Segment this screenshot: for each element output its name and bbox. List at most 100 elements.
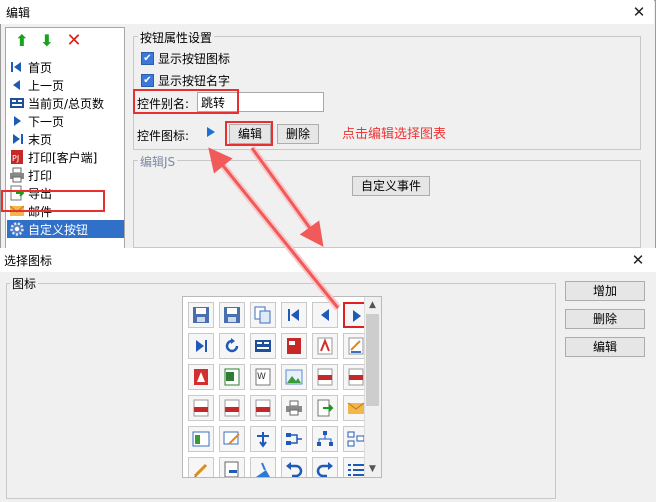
icon-cell[interactable] <box>312 302 338 328</box>
gear-icon <box>10 222 24 236</box>
print-client-icon: PJ <box>11 150 23 164</box>
minus-doc-icon <box>224 461 239 477</box>
split-icon <box>347 431 365 447</box>
edit-form-icon <box>223 431 240 445</box>
icon-cell[interactable] <box>219 426 245 452</box>
show-icon-label: 显示按钮图标 <box>158 52 231 66</box>
first-page-icon <box>11 62 21 72</box>
icon-label: 控件图标: <box>137 129 190 143</box>
save-icon <box>193 307 209 323</box>
scroll-down-icon[interactable]: ▼ <box>364 462 381 476</box>
icon-cell[interactable] <box>188 395 214 421</box>
pdf-icon <box>317 337 333 355</box>
show-icon-checkbox[interactable]: ✔ <box>141 52 154 65</box>
icon-cell[interactable] <box>188 333 214 359</box>
select-icon-titlebar <box>0 248 656 272</box>
word-icon: W <box>255 368 271 386</box>
scrollbar-thumb[interactable] <box>366 314 379 406</box>
last-page-icon <box>13 134 23 144</box>
arrow-down-icon[interactable]: ⬇ <box>37 31 57 51</box>
close-icon[interactable]: ✕ <box>630 3 648 21</box>
page-count-icon <box>10 98 24 108</box>
flow-icon <box>286 433 302 445</box>
icon-cell[interactable] <box>281 426 307 452</box>
next-page-icon <box>14 116 21 126</box>
list-item-label: 下一页 <box>28 115 65 129</box>
list-item-prev-page[interactable]: 上一页 <box>7 76 124 94</box>
delete-icon-button[interactable]: 删除 <box>277 124 319 144</box>
list-item-first-page[interactable]: 首页 <box>7 58 124 76</box>
icon-cell[interactable] <box>188 426 214 452</box>
icon-cell[interactable] <box>250 426 276 452</box>
first-page-icon <box>288 309 299 321</box>
icon-cell[interactable] <box>219 364 245 390</box>
hierarchy-icon <box>317 431 333 446</box>
page-view-icon <box>255 340 271 352</box>
play-right-icon <box>207 127 215 137</box>
icon-cell[interactable] <box>312 364 338 390</box>
icon-cell[interactable] <box>312 457 338 477</box>
icon-cell[interactable]: W <box>250 364 276 390</box>
list-item-label: 打印[客户端] <box>28 151 98 165</box>
icon-cell[interactable] <box>188 302 214 328</box>
close-icon[interactable]: ✕ <box>629 251 647 269</box>
annotation-hint-text: 点击编辑选择图表 <box>342 127 447 142</box>
list-item-print[interactable]: 打印 <box>7 166 124 184</box>
icon-cell[interactable] <box>281 457 307 477</box>
save-as-icon <box>224 307 240 323</box>
last-page-icon <box>196 340 207 352</box>
list-item-next-page[interactable]: 下一页 <box>7 112 124 130</box>
icon-cell[interactable] <box>250 333 276 359</box>
icon-cell[interactable] <box>281 364 307 390</box>
list-item-page-count[interactable]: 当前页/总页数 <box>7 94 124 112</box>
remove-icon-button[interactable]: 删除 <box>565 309 645 329</box>
edit-js-group <box>133 160 641 248</box>
svg-icon <box>348 368 364 386</box>
icon-cell[interactable] <box>188 364 214 390</box>
icon-cell[interactable] <box>250 395 276 421</box>
edit-icon-item-button[interactable]: 编辑 <box>565 337 645 357</box>
icons-group-title: 图标 <box>10 275 39 292</box>
add-icon-button[interactable]: 增加 <box>565 281 645 301</box>
show-name-label: 显示按钮名字 <box>158 74 231 88</box>
list-item-label: 末页 <box>28 133 53 147</box>
excel-icon <box>224 368 240 386</box>
icon-cell[interactable] <box>281 395 307 421</box>
icon-cell[interactable] <box>281 302 307 328</box>
acrobat-icon <box>194 369 208 385</box>
annotation-highlight-alias <box>133 89 239 114</box>
icon-cell[interactable] <box>312 333 338 359</box>
jpg-icon <box>193 399 209 417</box>
prev-page-icon <box>321 309 329 321</box>
icon-grid[interactable]: W <box>182 296 382 478</box>
icon-cell[interactable] <box>219 395 245 421</box>
icon-cell[interactable] <box>219 333 245 359</box>
icon-cell[interactable] <box>250 302 276 328</box>
export-green-icon <box>317 399 334 417</box>
printer-icon <box>286 400 302 416</box>
list-item-custom-button[interactable]: 自定义按钮 <box>7 220 124 238</box>
show-name-checkbox[interactable]: ✔ <box>141 74 154 87</box>
delete-x-icon[interactable]: ✕ <box>64 31 84 51</box>
svg-text:W: W <box>257 372 266 382</box>
list-item-label: 打印 <box>28 169 53 183</box>
blue-brush-icon <box>256 462 270 477</box>
list-item-last-page[interactable]: 末页 <box>7 130 124 148</box>
select-icon-title: 选择图标 <box>4 254 53 268</box>
copy-pages-icon <box>254 306 271 324</box>
icon-cell[interactable] <box>312 426 338 452</box>
custom-event-button[interactable]: 自定义事件 <box>352 176 430 196</box>
icon-cell[interactable] <box>250 457 276 477</box>
list-item-print-client[interactable]: PJ 打印[客户端] <box>7 148 124 166</box>
arrow-up-icon[interactable]: ⬆ <box>12 31 32 51</box>
icon-cell[interactable] <box>219 457 245 477</box>
icon-cell[interactable] <box>188 457 214 477</box>
edit-js-title: 编辑JS <box>138 153 178 170</box>
icon-cell[interactable] <box>281 333 307 359</box>
undo-icon <box>286 462 303 477</box>
icon-cell[interactable] <box>219 302 245 328</box>
redo-icon <box>316 462 333 477</box>
icon-cell[interactable] <box>312 395 338 421</box>
scroll-up-icon[interactable]: ▲ <box>364 298 381 312</box>
list-item-label: 当前页/总页数 <box>28 97 105 111</box>
